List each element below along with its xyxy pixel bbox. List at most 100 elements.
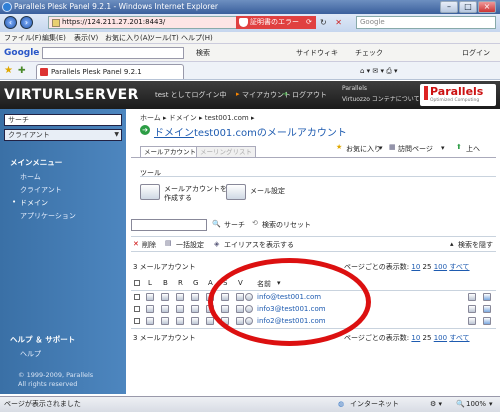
menu-edit[interactable]: 編集(E) (42, 32, 66, 44)
sidebar-item-clients[interactable]: クライアント (20, 185, 62, 195)
reset-search-button[interactable]: 検索のリセット (262, 220, 311, 230)
visited-pages-menu[interactable]: 訪問ページ (398, 144, 433, 154)
minimize-button[interactable]: – (440, 1, 458, 13)
webmail-icon[interactable] (483, 305, 491, 313)
row-checkbox[interactable] (134, 318, 140, 324)
mail-settings-link[interactable]: メール設定 (250, 186, 285, 196)
forwarding-icon[interactable] (161, 317, 169, 325)
menu-view[interactable]: 表示(V) (74, 32, 98, 44)
menu-file[interactable]: ファイル(F) (4, 32, 42, 44)
edit-icon[interactable] (468, 293, 476, 301)
sidewiki-button[interactable]: サイドウィキ (296, 44, 338, 62)
per-page-25[interactable]: 25 (423, 334, 432, 342)
mailbox-icon[interactable] (146, 293, 154, 301)
breadcrumb-domain[interactable]: test001.com (205, 114, 249, 122)
page-tools-icons[interactable]: ⌂ ▾ ✉ ▾ ⎙ ▾ (360, 62, 398, 80)
favorites-menu[interactable]: お気に入り (346, 144, 381, 154)
column-r[interactable]: R (178, 279, 183, 287)
sidebar-item-help[interactable]: ヘルプ (20, 349, 41, 359)
column-b[interactable]: B (163, 279, 168, 287)
login-button[interactable]: ログイン (462, 44, 490, 62)
refresh-icon-2[interactable]: ↻ (320, 18, 327, 27)
back-button[interactable]: ‹ (4, 16, 17, 29)
forwarding-icon[interactable] (161, 305, 169, 313)
tools-divider (140, 176, 496, 177)
favorites-star-icon[interactable]: ★ (4, 62, 13, 80)
bulk-settings-button[interactable]: 一括設定 (176, 240, 204, 250)
protected-mode-icon[interactable]: ⚙ ▾ (430, 397, 442, 412)
sidebar-item-home[interactable]: ホーム (20, 172, 41, 182)
zoom-level[interactable]: 100% (466, 397, 486, 412)
favorites-chevron-icon[interactable]: ▾ (379, 144, 383, 152)
breadcrumb-home[interactable]: ホーム (140, 114, 161, 122)
hide-search-button[interactable]: 検索を隠す (458, 240, 493, 250)
menu-tools[interactable]: ツール(T) (148, 32, 179, 44)
create-mail-account-icon[interactable] (140, 184, 160, 200)
group-icon[interactable] (191, 317, 199, 325)
stop-icon[interactable]: ✕ (335, 18, 342, 27)
logout-icon: ➔ (282, 90, 288, 98)
zoom-chevron-icon[interactable]: ▾ (489, 397, 493, 412)
sidebar-item-applications[interactable]: アプリケーション (20, 211, 76, 221)
breadcrumb-domains[interactable]: ドメイン (169, 114, 197, 122)
group-icon[interactable] (191, 293, 199, 301)
per-page-25[interactable]: 25 (423, 263, 432, 271)
search-button[interactable]: サーチ (224, 220, 245, 230)
mail-settings-icon[interactable] (226, 184, 246, 200)
menu-favorites[interactable]: お気に入り(A) (105, 32, 150, 44)
create-mail-account-line2[interactable]: 作成する (164, 193, 192, 203)
show-aliases-button[interactable]: エイリアスを表示する (224, 240, 294, 250)
edit-icon[interactable] (468, 305, 476, 313)
list-search-input[interactable] (131, 219, 207, 231)
page-title-domain-link[interactable]: ドメイン (154, 128, 194, 139)
copyright-line-1: © 1999-2009, Parallels (18, 371, 94, 379)
google-search-input[interactable] (42, 47, 184, 59)
per-page-100[interactable]: 100 (434, 334, 447, 342)
autoresponder-icon[interactable] (176, 305, 184, 313)
maximize-button[interactable]: □ (459, 1, 477, 13)
sidebar-select[interactable]: クライアント ▼ (4, 129, 122, 141)
autoresponder-icon[interactable] (176, 293, 184, 301)
virtuozzo-link[interactable]: Virtuozzo コンテナについて (342, 94, 420, 103)
row-checkbox[interactable] (134, 306, 140, 312)
search-input[interactable]: Google (356, 16, 496, 29)
row-checkbox[interactable] (134, 294, 140, 300)
per-page-100[interactable]: 100 (434, 263, 447, 271)
refresh-icon[interactable]: ⟳ (306, 16, 312, 29)
tab-mailing-lists[interactable]: メーリングリスト (196, 146, 256, 157)
per-page-all[interactable]: すべて (449, 263, 469, 271)
delete-button[interactable]: 削除 (142, 240, 156, 250)
select-all-checkbox[interactable] (134, 280, 140, 286)
webmail-icon[interactable] (483, 317, 491, 325)
visited-chevron-icon[interactable]: ▾ (441, 144, 445, 152)
autoresponder-icon[interactable] (176, 317, 184, 325)
tab-mail-accounts[interactable]: メールアカウント (140, 146, 200, 157)
per-page-selector-bottom: ページごとの表示数: 10 25 100 すべて (344, 333, 470, 343)
per-page-all[interactable]: すべて (449, 334, 469, 342)
add-favorite-icon[interactable]: ✚ (18, 62, 26, 80)
sidebar-search-input[interactable]: サーチ (4, 114, 122, 126)
google-logo: Google (4, 48, 40, 58)
sidebar-item-domains[interactable]: ドメイン (20, 198, 48, 208)
forwarding-icon[interactable] (161, 293, 169, 301)
mailbox-icon[interactable] (146, 305, 154, 313)
parallels-brand: Parallels (430, 85, 484, 98)
per-page-10[interactable]: 10 (411, 263, 420, 271)
logout-link[interactable]: ログアウト (292, 90, 327, 100)
webmail-icon[interactable] (483, 293, 491, 301)
group-icon[interactable] (191, 305, 199, 313)
browser-tab[interactable]: Parallels Plesk Panel 9.2.1 (36, 64, 184, 79)
edit-icon[interactable] (468, 317, 476, 325)
mailbox-icon[interactable] (146, 317, 154, 325)
up-level-link[interactable]: 上へ (466, 144, 480, 154)
close-button[interactable]: × (478, 1, 496, 13)
per-page-10[interactable]: 10 (411, 334, 420, 342)
column-l[interactable]: L (148, 279, 152, 287)
forward-button[interactable]: › (20, 16, 33, 29)
column-g[interactable]: G (193, 279, 198, 287)
certificate-error-button[interactable]: 証明書のエラー ⟳ (236, 16, 316, 29)
vps-logo: VIRTURLSERVER (4, 87, 139, 103)
menu-help[interactable]: ヘルプ(H) (181, 32, 213, 44)
google-search-button[interactable]: 検索 (196, 44, 210, 62)
check-button[interactable]: チェック (355, 44, 383, 62)
